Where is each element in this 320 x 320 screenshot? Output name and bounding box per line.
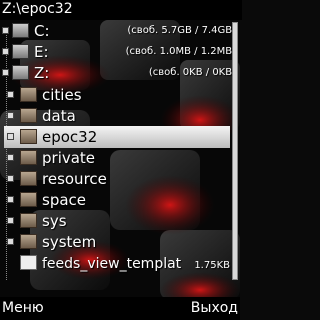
folder-label: resource xyxy=(42,170,107,188)
expand-icon[interactable] xyxy=(2,27,9,34)
drive-icon xyxy=(12,65,29,80)
folder-item-sys[interactable]: sys xyxy=(0,210,240,232)
drive-item-z[interactable]: Z: (своб. 0KB / 0KB) xyxy=(0,62,240,84)
drive-item-c[interactable]: C: (своб. 5.7GB / 7.4GB) xyxy=(0,20,240,42)
folder-icon xyxy=(20,129,37,144)
softkey-bar: Меню Выход xyxy=(0,297,240,320)
scrollbar[interactable] xyxy=(232,22,238,280)
folder-icon xyxy=(20,171,37,186)
folder-label: cities xyxy=(42,86,82,104)
folder-label: private xyxy=(42,149,96,167)
folder-label: epoc32 xyxy=(42,128,98,146)
window-title: Z:\epoc32 xyxy=(0,0,242,20)
folder-icon xyxy=(20,108,37,123)
folder-label: space xyxy=(42,191,87,209)
folder-item-data[interactable]: data xyxy=(0,105,240,127)
folder-item-epoc32[interactable]: epoc32 xyxy=(4,126,230,148)
document-icon xyxy=(20,255,37,270)
expand-icon[interactable] xyxy=(7,112,14,119)
drive-icon xyxy=(12,44,29,59)
file-item[interactable]: feeds_view_templat 1.75KB xyxy=(0,253,240,275)
folder-icon xyxy=(20,213,37,228)
expand-icon[interactable] xyxy=(7,238,14,245)
folder-label: sys xyxy=(42,212,67,230)
folder-item-cities[interactable]: cities xyxy=(0,84,240,106)
folder-icon xyxy=(20,234,37,249)
expand-icon[interactable] xyxy=(2,69,9,76)
folder-item-system[interactable]: system xyxy=(0,231,240,253)
drive-space-info: (своб. 5.7GB / 7.4GB) xyxy=(127,25,236,36)
folder-icon xyxy=(20,192,37,207)
expand-icon[interactable] xyxy=(7,133,14,140)
scrollbar-thumb[interactable] xyxy=(233,23,237,279)
drive-label: Z: xyxy=(34,64,50,82)
drive-label: E: xyxy=(34,43,49,61)
drive-label: C: xyxy=(34,22,50,40)
drive-item-e[interactable]: E: (своб. 1.0MB / 1.2MB) xyxy=(0,41,240,63)
expand-icon[interactable] xyxy=(7,217,14,224)
expand-icon[interactable] xyxy=(2,48,9,55)
folder-item-resource[interactable]: resource xyxy=(0,168,240,190)
expand-icon[interactable] xyxy=(7,196,14,203)
folder-label: system xyxy=(42,233,97,251)
folder-icon xyxy=(20,150,37,165)
exit-softkey[interactable]: Выход xyxy=(191,297,238,319)
drive-space-info: (своб. 1.0MB / 1.2MB) xyxy=(125,46,236,57)
expand-icon[interactable] xyxy=(7,175,14,182)
expand-icon[interactable] xyxy=(7,154,14,161)
folder-item-space[interactable]: space xyxy=(0,189,240,211)
file-size: 1.75KB xyxy=(194,260,230,271)
expand-icon[interactable] xyxy=(7,91,14,98)
folder-item-private[interactable]: private xyxy=(0,147,240,169)
folder-icon xyxy=(20,87,37,102)
drive-icon xyxy=(12,23,29,38)
file-name: feeds_view_templat xyxy=(42,256,182,272)
drive-space-info: (своб. 0KB / 0KB) xyxy=(148,67,236,78)
menu-softkey[interactable]: Меню xyxy=(2,297,44,319)
folder-label: data xyxy=(42,107,76,125)
